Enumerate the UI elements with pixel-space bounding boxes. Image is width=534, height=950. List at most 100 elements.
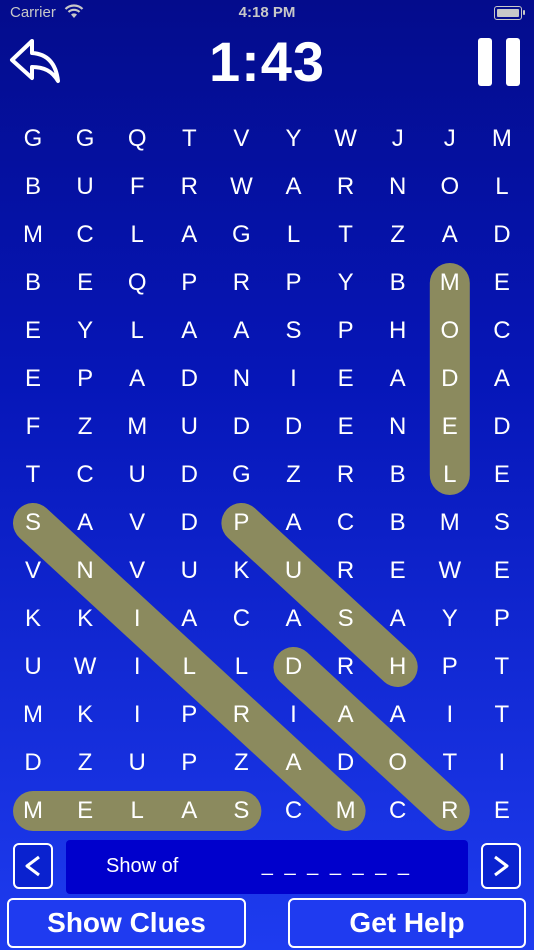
grid-letter[interactable]: N [374,403,422,451]
grid-letter[interactable]: U [61,163,109,211]
grid-letter[interactable]: K [61,691,109,739]
grid-letter[interactable]: T [478,643,526,691]
grid-letter[interactable]: R [165,163,213,211]
grid-letter[interactable]: A [270,163,318,211]
grid-letter[interactable]: D [165,499,213,547]
grid-letter[interactable]: A [165,595,213,643]
grid-letter[interactable]: V [9,547,57,595]
grid-letter[interactable]: E [478,259,526,307]
grid-letter[interactable]: W [426,547,474,595]
grid-letter[interactable]: G [61,115,109,163]
grid-letter[interactable]: F [113,163,161,211]
grid-letter[interactable]: Z [270,451,318,499]
grid-letter[interactable]: Y [61,307,109,355]
grid-letter[interactable]: A [270,595,318,643]
grid-letter[interactable]: A [270,739,318,787]
grid-letter[interactable]: S [217,787,265,835]
grid-letter[interactable]: M [426,499,474,547]
grid-letter[interactable]: D [165,451,213,499]
pause-icon[interactable] [478,38,520,86]
grid-letter[interactable]: H [374,643,422,691]
grid-letter[interactable]: P [426,643,474,691]
grid-letter[interactable]: C [322,499,370,547]
grid-letter[interactable]: S [9,499,57,547]
grid-letter[interactable]: P [165,259,213,307]
grid-letter[interactable]: L [165,643,213,691]
grid-letter[interactable]: I [113,595,161,643]
grid-letter[interactable]: M [9,211,57,259]
grid-letter[interactable]: P [165,739,213,787]
grid-letter[interactable]: K [217,547,265,595]
grid-letter[interactable]: D [270,643,318,691]
grid-letter[interactable]: A [426,211,474,259]
grid-letter[interactable]: G [217,211,265,259]
grid-letter[interactable]: E [9,355,57,403]
grid-letter[interactable]: S [322,595,370,643]
grid-letter[interactable]: Y [322,259,370,307]
grid-letter[interactable]: B [9,259,57,307]
grid-letter[interactable]: A [322,691,370,739]
grid-letter[interactable]: V [113,499,161,547]
grid-letter[interactable]: I [478,739,526,787]
grid-letter[interactable]: C [217,595,265,643]
grid-letter[interactable]: S [270,307,318,355]
grid-letter[interactable]: J [374,115,422,163]
grid-letter[interactable]: D [165,355,213,403]
grid-letter[interactable]: R [322,451,370,499]
grid-letter[interactable]: A [217,307,265,355]
grid-letter[interactable]: D [217,403,265,451]
grid-letter[interactable]: B [374,259,422,307]
grid-letter[interactable]: I [426,691,474,739]
grid-letter[interactable]: P [217,499,265,547]
grid-letter[interactable]: C [374,787,422,835]
grid-letter[interactable]: A [374,355,422,403]
grid-letter[interactable]: U [270,547,318,595]
grid-letter[interactable]: I [113,643,161,691]
grid-letter[interactable]: L [217,643,265,691]
grid-letter[interactable]: T [165,115,213,163]
previous-clue-button[interactable] [13,843,53,889]
grid-letter[interactable]: O [426,163,474,211]
grid-letter[interactable]: V [217,115,265,163]
grid-letter[interactable]: A [165,307,213,355]
grid-letter[interactable]: T [478,691,526,739]
grid-letter[interactable]: D [478,403,526,451]
grid-letter[interactable]: U [9,643,57,691]
grid-letter[interactable]: U [113,451,161,499]
grid-letter[interactable]: Y [270,115,318,163]
grid-letter[interactable]: R [322,163,370,211]
grid-letter[interactable]: M [426,259,474,307]
grid-letter[interactable]: C [61,451,109,499]
grid-letter[interactable]: M [9,691,57,739]
grid-letter[interactable]: O [426,307,474,355]
grid-letter[interactable]: N [374,163,422,211]
grid-letter[interactable]: M [478,115,526,163]
grid-letter[interactable]: A [113,355,161,403]
grid-letter[interactable]: L [113,787,161,835]
grid-letter[interactable]: C [270,787,318,835]
grid-letter[interactable]: E [478,547,526,595]
grid-letter[interactable]: M [113,403,161,451]
grid-letter[interactable]: A [165,787,213,835]
grid-letter[interactable]: L [478,163,526,211]
grid-letter[interactable]: F [9,403,57,451]
grid-letter[interactable]: R [217,691,265,739]
grid-letter[interactable]: K [9,595,57,643]
grid-letter[interactable]: P [322,307,370,355]
grid-letter[interactable]: V [113,547,161,595]
grid-letter[interactable]: T [9,451,57,499]
grid-letter[interactable]: E [426,403,474,451]
show-clues-button[interactable]: Show Clues [7,898,246,948]
grid-letter[interactable]: N [217,355,265,403]
grid-letter[interactable]: A [61,499,109,547]
grid-letter[interactable]: Q [113,259,161,307]
grid-letter[interactable]: M [322,787,370,835]
get-help-button[interactable]: Get Help [288,898,526,948]
grid-letter[interactable]: R [322,547,370,595]
grid-letter[interactable]: E [478,451,526,499]
grid-letter[interactable]: G [217,451,265,499]
grid-letter[interactable]: P [165,691,213,739]
grid-letter[interactable]: D [322,739,370,787]
grid-letter[interactable]: Z [217,739,265,787]
grid-letter[interactable]: Q [113,115,161,163]
